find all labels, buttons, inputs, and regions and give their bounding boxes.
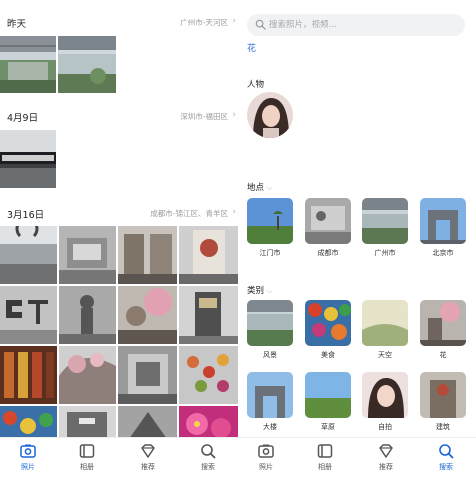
category-label: 美食	[321, 351, 335, 359]
place-card[interactable]: 广州市	[362, 198, 408, 258]
photo-thumbnail[interactable]	[179, 286, 238, 344]
photo-thumbnail[interactable]	[0, 286, 57, 344]
search-input[interactable]	[269, 17, 449, 33]
place-label: 北京市	[432, 249, 454, 257]
photo-thumbnail[interactable]	[58, 36, 116, 93]
category-card[interactable]: 草原	[305, 372, 351, 432]
date-header-apr9[interactable]: 4月9日 深圳市-福田区 ›	[0, 108, 238, 126]
category-label: 天空	[378, 351, 392, 359]
search-icon	[439, 444, 454, 459]
date-label: 3月16日	[7, 210, 45, 221]
category-label: 自拍	[378, 423, 392, 431]
chevron-right-icon: ›	[232, 207, 236, 217]
photo-thumbnail[interactable]	[118, 286, 177, 344]
chevron-right-icon: ›	[232, 16, 236, 26]
photo-thumbnail[interactable]	[0, 346, 57, 404]
photo-thumbnail[interactable]	[179, 346, 238, 404]
date-label: 4月9日	[7, 113, 39, 124]
photo-icon	[20, 444, 36, 458]
category-card[interactable]: 风景	[247, 300, 293, 360]
search-icon	[255, 19, 266, 30]
category-card[interactable]: 建筑	[420, 372, 466, 432]
place-label: 成都市	[317, 249, 339, 257]
date-label: 昨天	[7, 19, 27, 30]
nav-label: 相册	[318, 463, 332, 471]
category-label: 建筑	[436, 423, 450, 431]
photo-thumbnail[interactable]	[179, 226, 238, 284]
people-section-title: 人物	[247, 78, 264, 90]
nav-label: 推荐	[141, 463, 155, 471]
places-title-text: 地点	[247, 183, 265, 193]
place-card[interactable]: 北京市	[420, 198, 466, 258]
category-card[interactable]: 天空	[362, 300, 408, 360]
search-icon	[201, 444, 216, 459]
chevron-down-icon: ⌵	[267, 287, 273, 295]
album-icon	[317, 444, 333, 458]
bottom-nav-bar: 照片 相册 推荐 搜索	[238, 437, 476, 477]
place-label: 广州市	[374, 249, 396, 257]
category-card[interactable]: 大楼	[247, 372, 293, 432]
place-label: 江门市	[259, 249, 281, 257]
diamond-icon	[379, 444, 393, 458]
nav-recommend-tab[interactable]: 推荐	[128, 442, 168, 476]
location-label: 成都市-锦江区、青羊区	[150, 209, 228, 218]
people-title-text: 人物	[247, 80, 265, 90]
nav-search-tab[interactable]: 搜索	[188, 442, 228, 476]
photo-thumbnail[interactable]	[59, 346, 116, 404]
nav-albums-tab[interactable]: 相册	[67, 442, 107, 476]
chevron-right-icon: ›	[232, 110, 236, 120]
photo-thumbnail[interactable]	[0, 130, 56, 188]
category-label: 草原	[321, 423, 335, 431]
nav-label: 照片	[259, 463, 273, 471]
location-label: 广州市-天河区	[180, 18, 228, 27]
nav-label: 搜索	[439, 463, 453, 471]
photo-icon	[258, 444, 274, 458]
photo-thumbnail[interactable]	[0, 226, 57, 284]
places-section-title[interactable]: 地点 ⌵	[247, 181, 272, 193]
person-avatar[interactable]	[247, 92, 293, 138]
location-label: 深圳市-福田区	[180, 112, 228, 121]
photo-thumbnail[interactable]	[59, 226, 116, 284]
album-icon	[79, 444, 95, 458]
categories-section-title[interactable]: 类别 ⌵	[247, 284, 272, 296]
category-card[interactable]: 自拍	[362, 372, 408, 432]
date-header-yesterday[interactable]: 昨天 广州市-天河区 ›	[0, 14, 238, 32]
photo-thumbnail[interactable]	[118, 346, 177, 404]
search-suggestion-link[interactable]: 花	[247, 41, 256, 54]
photo-thumbnail[interactable]	[59, 286, 116, 344]
nav-label: 搜索	[201, 463, 215, 471]
nav-photos-tab[interactable]: 照片	[8, 442, 48, 476]
nav-label: 照片	[21, 463, 35, 471]
photo-thumbnail[interactable]	[118, 226, 177, 284]
category-label: 风景	[263, 351, 277, 359]
category-label: 大楼	[263, 423, 277, 431]
nav-label: 推荐	[379, 463, 393, 471]
photos-timeline-panel: 昨天 广州市-天河区 › 4月9日 深圳市-福田区 › 3月16日 成都市-锦江…	[0, 0, 238, 477]
nav-recommend-tab[interactable]: 推荐	[366, 442, 406, 476]
nav-search-tab[interactable]: 搜索	[426, 442, 466, 476]
category-card[interactable]: 美食	[305, 300, 351, 360]
nav-photos-tab[interactable]: 照片	[246, 442, 286, 476]
category-label: 花	[439, 351, 447, 359]
categories-title-text: 类别	[247, 286, 265, 296]
bottom-nav-bar: 照片 相册 推荐 搜索	[0, 437, 238, 477]
place-card[interactable]: 成都市	[305, 198, 351, 258]
search-bar[interactable]	[247, 14, 465, 36]
place-card[interactable]: 江门市	[247, 198, 293, 258]
category-card[interactable]: 花	[420, 300, 466, 360]
photo-thumbnail[interactable]	[0, 36, 56, 93]
chevron-down-icon: ⌵	[267, 184, 273, 192]
diamond-icon	[141, 444, 155, 458]
date-header-mar16[interactable]: 3月16日 成都市-锦江区、青羊区 ›	[0, 205, 238, 223]
nav-label: 相册	[80, 463, 94, 471]
nav-albums-tab[interactable]: 相册	[305, 442, 345, 476]
